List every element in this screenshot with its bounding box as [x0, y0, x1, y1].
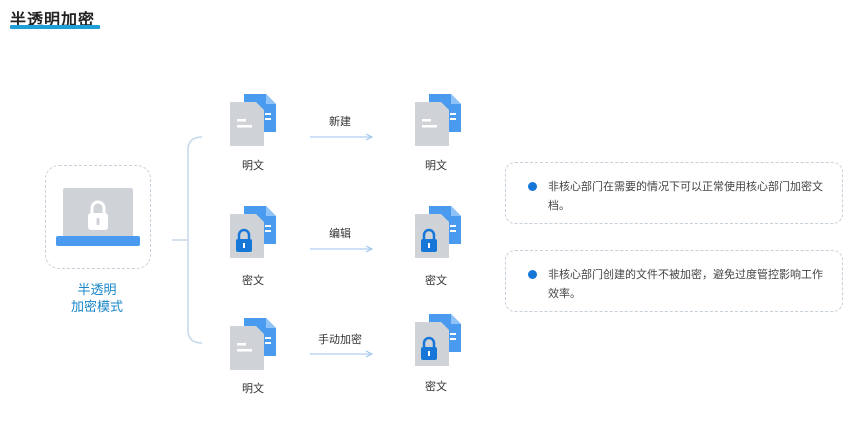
plain-file-icon [230, 318, 276, 370]
row3-action-label: 手动加密 [318, 333, 362, 346]
note-text-1: 非核心部门在需要的情况下可以正常使用核心部门加密文档。 [548, 180, 823, 212]
row3-target-label: 密文 [425, 380, 447, 393]
row1-target-label: 明文 [425, 159, 447, 172]
note-text-2: 非核心部门创建的文件不被加密，避免过度管控影响工作效率。 [548, 268, 823, 300]
encrypted-file-icon [415, 314, 461, 366]
row2-action-label: 编辑 [329, 227, 351, 240]
note-box-1: 非核心部门在需要的情况下可以正常使用核心部门加密文档。 [505, 162, 843, 224]
bullet-dot-icon [528, 182, 537, 191]
bracket [187, 136, 203, 344]
note-box-2: 非核心部门创建的文件不被加密，避免过度管控影响工作效率。 [505, 250, 843, 312]
bullet-dot-icon [528, 270, 537, 279]
encrypted-file-icon [415, 206, 461, 258]
row2-target-label: 密文 [425, 274, 447, 287]
row3-source-label: 明文 [242, 382, 264, 395]
plain-file-icon [415, 94, 461, 146]
row1-source-label: 明文 [242, 159, 264, 172]
encrypted-file-icon [230, 206, 276, 258]
row1-action-label: 新建 [329, 115, 351, 128]
row2-source-label: 密文 [242, 274, 264, 287]
plain-file-icon [230, 94, 276, 146]
